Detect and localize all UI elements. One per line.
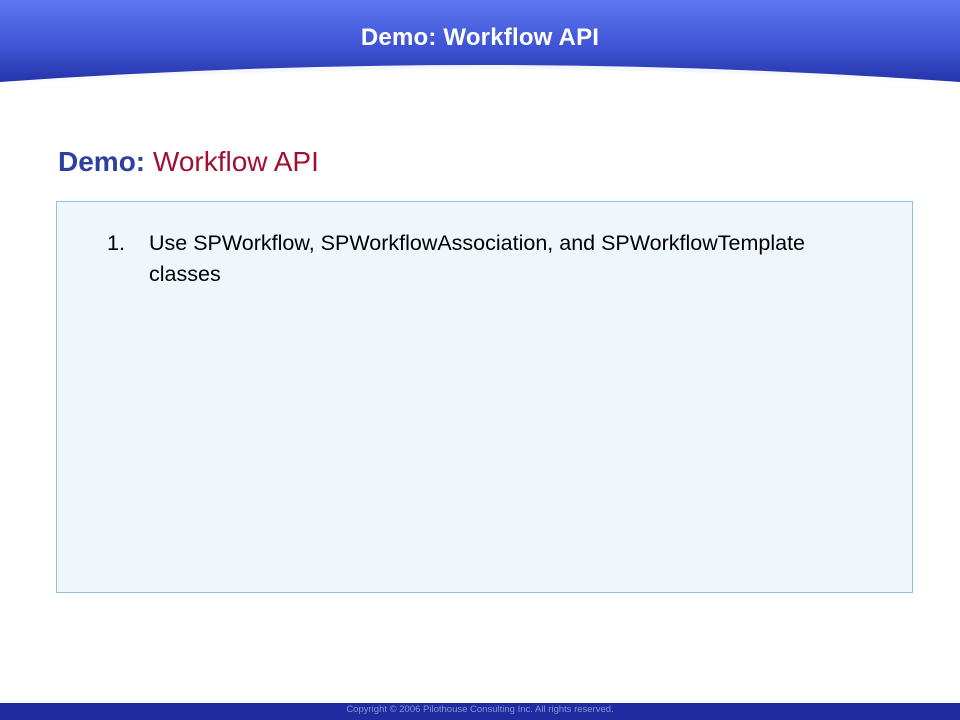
list-item: 1. Use SPWorkflow, SPWorkflowAssociation… (107, 228, 807, 290)
header-bar: Demo: Workflow API (0, 0, 960, 90)
slide-title-prefix: Demo: (58, 146, 146, 177)
slide: Demo: Workflow API Demo: Workflow API 1.… (0, 0, 960, 720)
numbered-list: 1. Use SPWorkflow, SPWorkflowAssociation… (107, 228, 807, 290)
header-title: Demo: Workflow API (360, 24, 600, 51)
footer-bar: Copyright © 2006 Pilothouse Consulting I… (0, 703, 960, 720)
slide-title: Demo: Workflow API (58, 146, 319, 178)
content-box: 1. Use SPWorkflow, SPWorkflowAssociation… (56, 201, 913, 593)
copyright-text: Copyright © 2006 Pilothouse Consulting I… (346, 704, 614, 715)
list-item-number: 1. (107, 231, 125, 255)
slide-title-rest: Workflow API (152, 146, 319, 177)
list-item-text: Use SPWorkflow, SPWorkflowAssociation, a… (149, 231, 806, 286)
